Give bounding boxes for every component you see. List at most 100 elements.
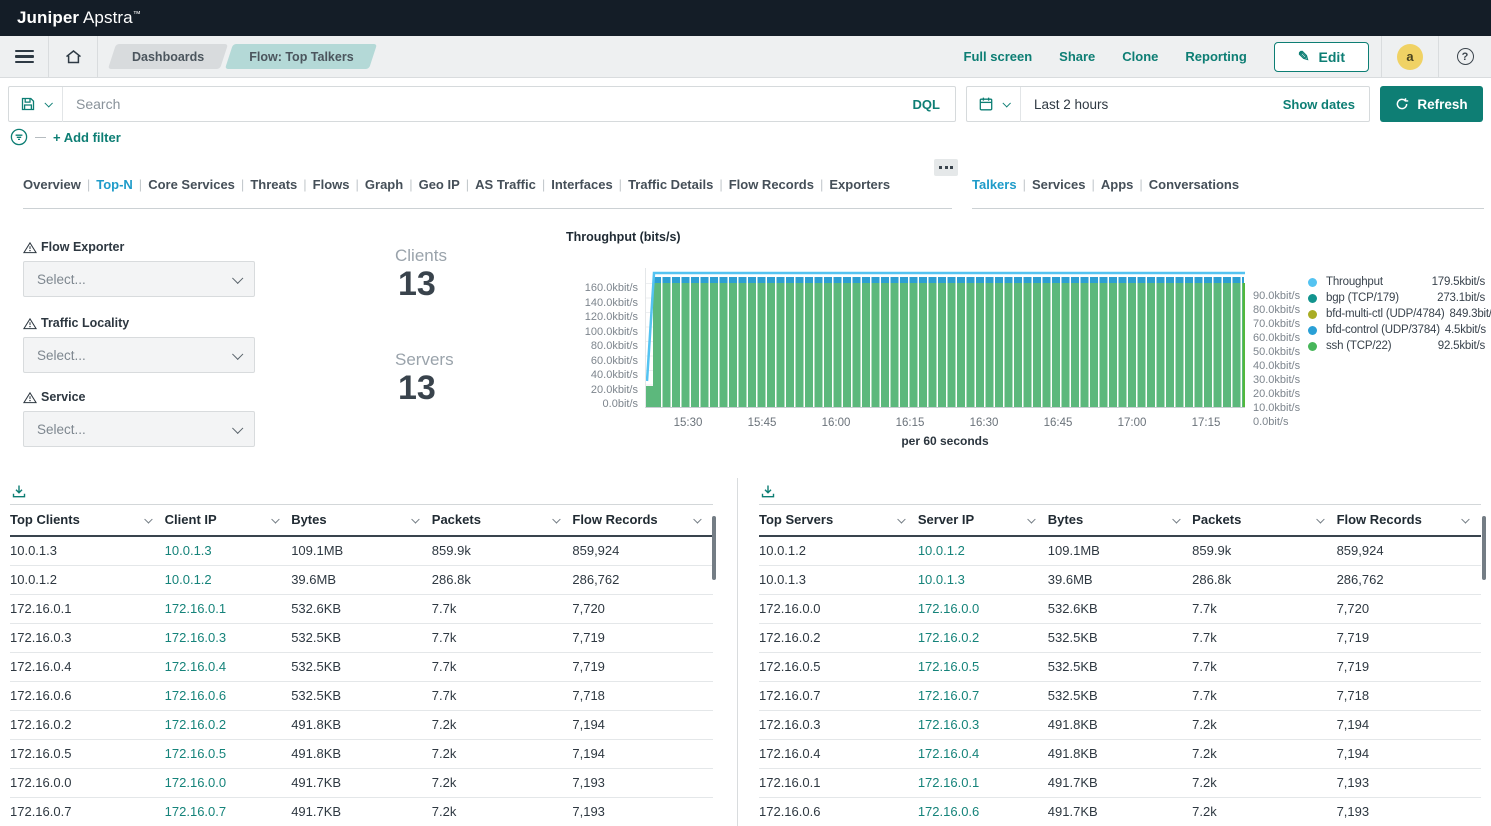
breadcrumb-dashboards[interactable]: Dashboards xyxy=(112,44,224,69)
ip-link[interactable]: 10.0.1.2 xyxy=(918,536,1048,565)
table-row[interactable]: 172.16.0.0172.16.0.0532.6KB7.7k7,720 xyxy=(759,594,1481,623)
home-button[interactable] xyxy=(49,36,97,77)
ip-link[interactable]: 172.16.0.0 xyxy=(165,768,292,797)
chevron-down-icon[interactable] xyxy=(44,99,52,107)
download-icon[interactable] xyxy=(759,484,777,499)
tab-as-traffic[interactable]: AS Traffic xyxy=(475,177,536,192)
legend-item-bgp-tcp-179[interactable]: bgp (TCP/179)273.1bit/s xyxy=(1308,292,1485,304)
table-row[interactable]: 172.16.0.1172.16.0.1532.6KB7.7k7,720 xyxy=(10,594,713,623)
ip-link[interactable]: 172.16.0.5 xyxy=(165,739,292,768)
table-row[interactable]: 172.16.0.1172.16.0.1491.7KB7.2k7,193 xyxy=(759,768,1481,797)
tab-overview[interactable]: Overview xyxy=(23,177,81,192)
flow-exporter-select[interactable]: Select... xyxy=(23,261,255,297)
ip-link[interactable]: 172.16.0.3 xyxy=(918,710,1048,739)
table-row[interactable]: 172.16.0.2172.16.0.2532.5KB7.7k7,719 xyxy=(759,623,1481,652)
ip-link[interactable]: 172.16.0.2 xyxy=(165,710,292,739)
tab-apps[interactable]: Apps xyxy=(1101,177,1134,192)
service-select[interactable]: Select... xyxy=(23,411,255,447)
chevron-down-icon[interactable] xyxy=(271,515,279,523)
avatar[interactable]: a xyxy=(1397,44,1423,70)
tab-core-services[interactable]: Core Services xyxy=(148,177,235,192)
table-row[interactable]: 172.16.0.3172.16.0.3491.8KB7.2k7,194 xyxy=(759,710,1481,739)
column-header-flow-records[interactable]: Flow Records xyxy=(1337,505,1481,537)
table-row[interactable]: 172.16.0.3172.16.0.3532.5KB7.7k7,719 xyxy=(10,623,713,652)
tab-flows[interactable]: Flows xyxy=(313,177,350,192)
tab-services[interactable]: Services xyxy=(1032,177,1086,192)
chevron-down-icon[interactable] xyxy=(1172,515,1180,523)
show-dates-link[interactable]: Show dates xyxy=(1283,97,1369,112)
table-row[interactable]: 172.16.0.2172.16.0.2491.8KB7.2k7,194 xyxy=(10,710,713,739)
more-options-button[interactable] xyxy=(934,159,958,176)
table-row[interactable]: 172.16.0.7172.16.0.7491.7KB7.2k7,193 xyxy=(10,797,713,826)
help-icon[interactable]: ? xyxy=(1457,48,1474,65)
search-input[interactable]: Search DQL xyxy=(8,86,956,122)
scrollbar[interactable] xyxy=(1482,516,1486,580)
chevron-down-icon[interactable] xyxy=(1028,515,1036,523)
ip-link[interactable]: 10.0.1.3 xyxy=(165,536,292,565)
floppy-disk-icon[interactable] xyxy=(20,96,36,112)
table-row[interactable]: 172.16.0.4172.16.0.4532.5KB7.7k7,719 xyxy=(10,652,713,681)
ip-link[interactable]: 172.16.0.3 xyxy=(165,623,292,652)
legend-item-ssh-tcp-22[interactable]: ssh (TCP/22)92.5kbit/s xyxy=(1308,340,1485,352)
tab-threats[interactable]: Threats xyxy=(250,177,297,192)
tab-top-n[interactable]: Top-N xyxy=(96,177,133,192)
ip-link[interactable]: 172.16.0.1 xyxy=(165,594,292,623)
table-row[interactable]: 172.16.0.7172.16.0.7532.5KB7.7k7,718 xyxy=(759,681,1481,710)
full-screen-link[interactable]: Full screen xyxy=(964,49,1033,64)
share-link[interactable]: Share xyxy=(1059,49,1095,64)
edit-button[interactable]: ✎ Edit xyxy=(1274,42,1369,72)
chevron-down-icon[interactable] xyxy=(693,515,701,523)
ip-link[interactable]: 172.16.0.1 xyxy=(918,768,1048,797)
download-icon[interactable] xyxy=(10,484,28,499)
tab-flow-records[interactable]: Flow Records xyxy=(729,177,814,192)
ip-link[interactable]: 172.16.0.6 xyxy=(165,681,292,710)
column-header-packets[interactable]: Packets xyxy=(1192,505,1336,537)
refresh-button[interactable]: Refresh xyxy=(1380,86,1483,122)
table-row[interactable]: 10.0.1.310.0.1.3109.1MB859.9k859,924 xyxy=(10,536,713,565)
tab-conversations[interactable]: Conversations xyxy=(1149,177,1239,192)
tab-interfaces[interactable]: Interfaces xyxy=(551,177,612,192)
column-header-top-servers[interactable]: Top Servers xyxy=(759,505,918,537)
tab-talkers[interactable]: Talkers xyxy=(972,177,1017,192)
add-filter-button[interactable]: + Add filter xyxy=(53,130,121,145)
chevron-down-icon[interactable] xyxy=(552,515,560,523)
ip-link[interactable]: 172.16.0.2 xyxy=(918,623,1048,652)
table-row[interactable]: 10.0.1.210.0.1.2109.1MB859.9k859,924 xyxy=(759,536,1481,565)
table-row[interactable]: 172.16.0.6172.16.0.6532.5KB7.7k7,718 xyxy=(10,681,713,710)
ip-link[interactable]: 10.0.1.3 xyxy=(918,565,1048,594)
ip-link[interactable]: 172.16.0.4 xyxy=(165,652,292,681)
chevron-down-icon[interactable] xyxy=(412,515,420,523)
table-row[interactable]: 10.0.1.210.0.1.239.6MB286.8k286,762 xyxy=(10,565,713,594)
scrollbar[interactable] xyxy=(712,516,716,580)
table-row[interactable]: 10.0.1.310.0.1.339.6MB286.8k286,762 xyxy=(759,565,1481,594)
table-row[interactable]: 172.16.0.5172.16.0.5491.8KB7.2k7,194 xyxy=(10,739,713,768)
chevron-down-icon[interactable] xyxy=(898,515,906,523)
tab-traffic-details[interactable]: Traffic Details xyxy=(628,177,713,192)
legend-item-bfd-multi-ctl-udp-4784[interactable]: bfd-multi-ctl (UDP/4784)849.3bit/s xyxy=(1308,308,1485,320)
ip-link[interactable]: 172.16.0.7 xyxy=(918,681,1048,710)
filter-icon[interactable] xyxy=(10,128,28,146)
traffic-locality-select[interactable]: Select... xyxy=(23,337,255,373)
tab-geo-ip[interactable]: Geo IP xyxy=(419,177,460,192)
column-header-client-ip[interactable]: Client IP xyxy=(165,505,292,537)
chevron-down-icon[interactable] xyxy=(1002,99,1010,107)
column-header-flow-records[interactable]: Flow Records xyxy=(572,505,713,537)
breadcrumb-flow-top-talkers[interactable]: Flow: Top Talkers xyxy=(229,44,373,69)
calendar-icon[interactable] xyxy=(978,96,994,112)
time-range-picker[interactable]: Last 2 hours Show dates xyxy=(966,86,1370,122)
clone-link[interactable]: Clone xyxy=(1122,49,1158,64)
chevron-down-icon[interactable] xyxy=(1461,515,1469,523)
column-header-top-clients[interactable]: Top Clients xyxy=(10,505,165,537)
legend-item-bfd-control-udp-3784[interactable]: bfd-control (UDP/3784)4.5kbit/s xyxy=(1308,324,1485,336)
chevron-down-icon[interactable] xyxy=(145,515,153,523)
ip-link[interactable]: 10.0.1.2 xyxy=(165,565,292,594)
menu-button[interactable] xyxy=(0,36,48,77)
ip-link[interactable]: 172.16.0.7 xyxy=(165,797,292,826)
column-header-bytes[interactable]: Bytes xyxy=(1048,505,1192,537)
column-header-server-ip[interactable]: Server IP xyxy=(918,505,1048,537)
table-row[interactable]: 172.16.0.4172.16.0.4491.8KB7.2k7,194 xyxy=(759,739,1481,768)
column-header-bytes[interactable]: Bytes xyxy=(291,505,432,537)
ip-link[interactable]: 172.16.0.4 xyxy=(918,739,1048,768)
column-header-packets[interactable]: Packets xyxy=(432,505,573,537)
chevron-down-icon[interactable] xyxy=(1317,515,1325,523)
